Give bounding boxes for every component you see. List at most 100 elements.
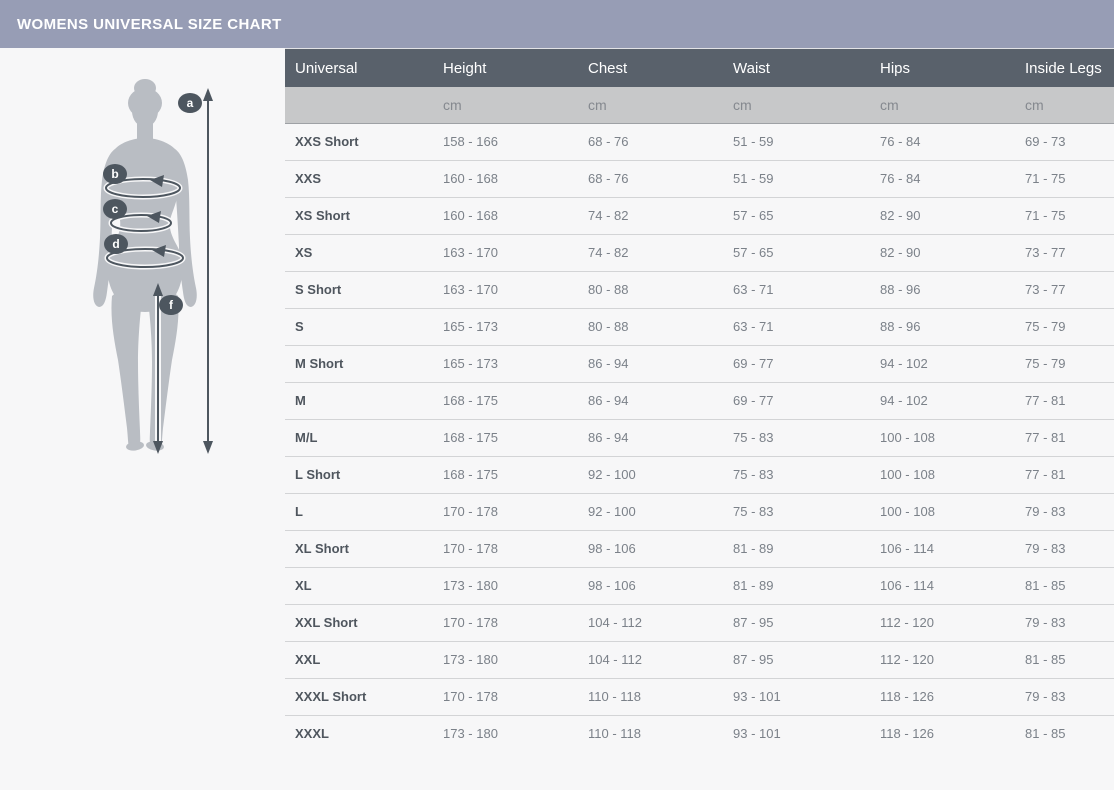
size-cell: M xyxy=(285,382,433,419)
silhouette-left-leg xyxy=(111,288,142,448)
height-cell: 170 - 178 xyxy=(433,678,578,715)
waist-cell: 81 - 89 xyxy=(723,530,870,567)
size-cell: M Short xyxy=(285,345,433,382)
chest-cell: 110 - 118 xyxy=(578,715,723,752)
inside-legs-cell: 81 - 85 xyxy=(1015,641,1114,678)
size-table-unit-row: cm cm cm cm cm xyxy=(285,87,1114,123)
size-row: M/L 168 - 175 86 - 94 75 - 83 100 - 108 … xyxy=(285,419,1114,456)
height-cell: 168 - 175 xyxy=(433,382,578,419)
waist-cell: 57 - 65 xyxy=(723,197,870,234)
column-header-universal: Universal xyxy=(285,49,433,87)
chest-cell: 104 - 112 xyxy=(578,604,723,641)
size-cell: L Short xyxy=(285,456,433,493)
size-row: M Short 165 - 173 86 - 94 69 - 77 94 - 1… xyxy=(285,345,1114,382)
chest-cell: 92 - 100 xyxy=(578,493,723,530)
size-row: XXXL 173 - 180 110 - 118 93 - 101 118 - … xyxy=(285,715,1114,752)
inside-legs-cell: 73 - 77 xyxy=(1015,234,1114,271)
size-cell: XL Short xyxy=(285,530,433,567)
waist-cell: 75 - 83 xyxy=(723,419,870,456)
size-cell: XXL xyxy=(285,641,433,678)
column-header-waist: Waist xyxy=(723,49,870,87)
size-row: XXS 160 - 168 68 - 76 51 - 59 76 - 84 71… xyxy=(285,160,1114,197)
size-cell: XXXL xyxy=(285,715,433,752)
size-row: S 165 - 173 80 - 88 63 - 71 88 - 96 75 -… xyxy=(285,308,1114,345)
size-cell: XL xyxy=(285,567,433,604)
size-row: XXL Short 170 - 178 104 - 112 87 - 95 11… xyxy=(285,604,1114,641)
chest-badge-letter: b xyxy=(111,167,118,181)
inside-legs-cell: 69 - 73 xyxy=(1015,123,1114,160)
inside-legs-cell: 77 - 81 xyxy=(1015,419,1114,456)
hips-cell: 100 - 108 xyxy=(870,456,1015,493)
unit-cell-hips: cm xyxy=(870,87,1015,123)
inside-legs-cell: 77 - 81 xyxy=(1015,382,1114,419)
height-cell: 158 - 166 xyxy=(433,123,578,160)
chest-cell: 68 - 76 xyxy=(578,123,723,160)
size-table-panel: Universal Height Chest Waist Hips Inside… xyxy=(285,48,1114,790)
size-cell: S xyxy=(285,308,433,345)
chest-cell: 92 - 100 xyxy=(578,456,723,493)
inside-legs-cell: 75 - 79 xyxy=(1015,308,1114,345)
inside-legs-cell: 71 - 75 xyxy=(1015,160,1114,197)
size-cell: M/L xyxy=(285,419,433,456)
size-row: XL 173 - 180 98 - 106 81 - 89 106 - 114 … xyxy=(285,567,1114,604)
waist-cell: 87 - 95 xyxy=(723,604,870,641)
hips-cell: 76 - 84 xyxy=(870,123,1015,160)
size-row: L Short 168 - 175 92 - 100 75 - 83 100 -… xyxy=(285,456,1114,493)
size-row: XL Short 170 - 178 98 - 106 81 - 89 106 … xyxy=(285,530,1114,567)
waist-cell: 69 - 77 xyxy=(723,382,870,419)
size-row: XS 163 - 170 74 - 82 57 - 65 82 - 90 73 … xyxy=(285,234,1114,271)
unit-cell-inside-legs: cm xyxy=(1015,87,1114,123)
waist-cell: 63 - 71 xyxy=(723,308,870,345)
chest-cell: 110 - 118 xyxy=(578,678,723,715)
size-chart-page: WOMENS UNIVERSAL SIZE CHART xyxy=(0,0,1114,790)
unit-cell-waist: cm xyxy=(723,87,870,123)
chest-cell: 80 - 88 xyxy=(578,308,723,345)
column-header-height: Height xyxy=(433,49,578,87)
hips-cell: 118 - 126 xyxy=(870,715,1015,752)
hips-cell: 94 - 102 xyxy=(870,345,1015,382)
height-cell: 170 - 178 xyxy=(433,493,578,530)
hips-cell: 106 - 114 xyxy=(870,530,1015,567)
hips-cell: 112 - 120 xyxy=(870,641,1015,678)
chest-cell: 86 - 94 xyxy=(578,345,723,382)
hips-cell: 82 - 90 xyxy=(870,197,1015,234)
height-cell: 173 - 180 xyxy=(433,715,578,752)
hips-cell: 82 - 90 xyxy=(870,234,1015,271)
chest-cell: 74 - 82 xyxy=(578,197,723,234)
size-row: S Short 163 - 170 80 - 88 63 - 71 88 - 9… xyxy=(285,271,1114,308)
size-table: Universal Height Chest Waist Hips Inside… xyxy=(285,49,1114,752)
size-cell: XXXL Short xyxy=(285,678,433,715)
height-cell: 165 - 173 xyxy=(433,345,578,382)
hips-cell: 76 - 84 xyxy=(870,160,1015,197)
chest-cell: 98 - 106 xyxy=(578,567,723,604)
chest-cell: 86 - 94 xyxy=(578,419,723,456)
size-cell: XXS xyxy=(285,160,433,197)
height-cell: 168 - 175 xyxy=(433,419,578,456)
height-cell: 168 - 175 xyxy=(433,456,578,493)
chest-cell: 104 - 112 xyxy=(578,641,723,678)
hips-badge-letter: d xyxy=(112,237,119,251)
chest-badge: b xyxy=(103,164,127,184)
column-header-hips: Hips xyxy=(870,49,1015,87)
inside-legs-cell: 79 - 83 xyxy=(1015,678,1114,715)
waist-cell: 63 - 71 xyxy=(723,271,870,308)
size-cell: L xyxy=(285,493,433,530)
inside-legs-cell: 73 - 77 xyxy=(1015,271,1114,308)
page-title: WOMENS UNIVERSAL SIZE CHART xyxy=(17,16,282,33)
height-badge-letter: a xyxy=(187,96,194,110)
inside-legs-cell: 81 - 85 xyxy=(1015,567,1114,604)
size-table-header-row: Universal Height Chest Waist Hips Inside… xyxy=(285,49,1114,87)
height-cell: 170 - 178 xyxy=(433,530,578,567)
inside-legs-cell: 71 - 75 xyxy=(1015,197,1114,234)
hips-cell: 100 - 108 xyxy=(870,419,1015,456)
hips-badge: d xyxy=(104,234,128,254)
size-cell: XXS Short xyxy=(285,123,433,160)
size-cell: XXL Short xyxy=(285,604,433,641)
inside-legs-cell: 75 - 79 xyxy=(1015,345,1114,382)
body-measurement-diagram: a b c d f xyxy=(0,48,285,790)
waist-cell: 75 - 83 xyxy=(723,456,870,493)
waist-cell: 51 - 59 xyxy=(723,160,870,197)
measurement-figure-panel: a b c d f xyxy=(0,48,285,790)
size-table-body: XXS Short 158 - 166 68 - 76 51 - 59 76 -… xyxy=(285,123,1114,752)
waist-cell: 87 - 95 xyxy=(723,641,870,678)
